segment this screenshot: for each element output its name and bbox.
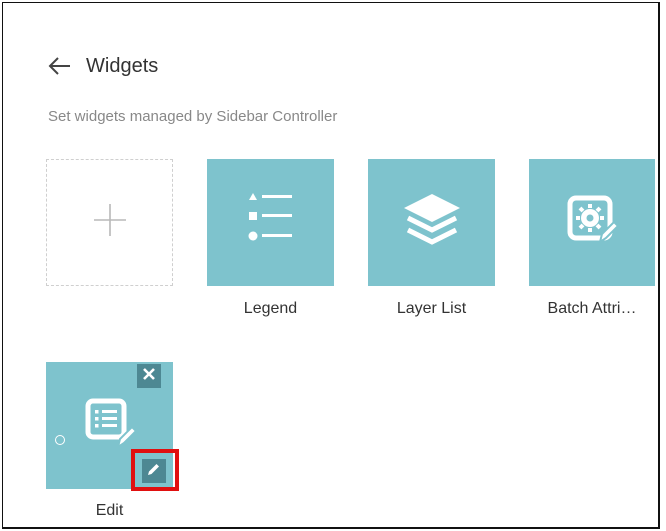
plus-icon bbox=[93, 203, 127, 242]
widget-label-batch-attribute: Batch Attri… bbox=[547, 300, 637, 317]
widget-label-edit: Edit bbox=[95, 502, 124, 519]
widget-label-layer-list: Layer List bbox=[396, 300, 467, 317]
add-widget-button[interactable] bbox=[46, 159, 173, 286]
widget-open-radio[interactable] bbox=[55, 435, 65, 445]
widget-label-legend: Legend bbox=[243, 300, 298, 317]
arrow-left-icon[interactable] bbox=[48, 53, 76, 79]
layers-stack-icon bbox=[400, 190, 464, 255]
page-title: Widgets bbox=[86, 54, 159, 77]
widget-tile-legend[interactable] bbox=[207, 159, 334, 286]
panel-header: Widgets bbox=[48, 53, 158, 79]
widget-tile-layer-list[interactable] bbox=[368, 159, 495, 286]
widget-tile-batch-attribute[interactable] bbox=[529, 159, 655, 286]
remove-widget-button[interactable] bbox=[137, 364, 161, 388]
edit-button-highlight bbox=[131, 449, 179, 491]
panel-description: Set widgets managed by Sidebar Controlle… bbox=[48, 108, 338, 125]
batch-attribute-gear-icon bbox=[564, 192, 620, 253]
widgets-panel: Widgets Set widgets managed by Sidebar C… bbox=[2, 2, 660, 529]
legend-list-icon bbox=[241, 190, 301, 255]
close-icon bbox=[143, 367, 155, 385]
